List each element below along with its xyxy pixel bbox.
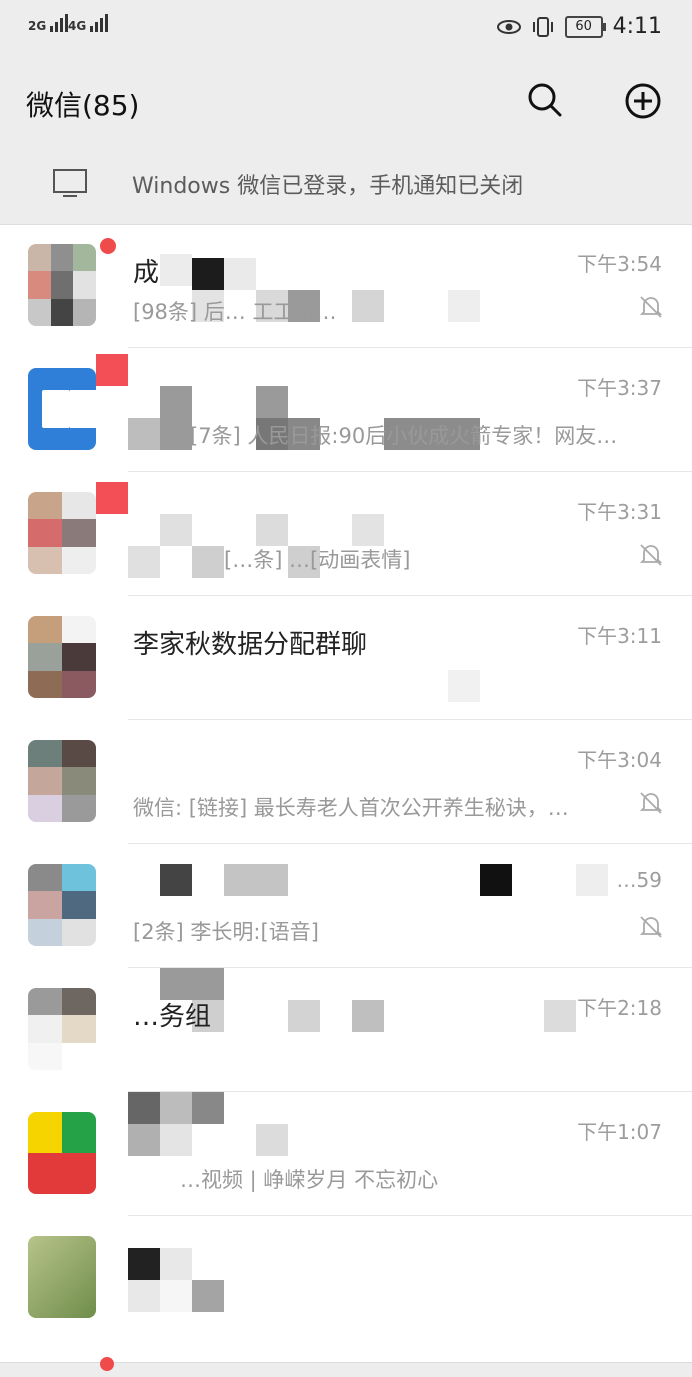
chat-row[interactable]: [7条] 人民日报:90后小伙成火箭专家！网友… 下午3:37 (0, 348, 692, 472)
group-avatar (28, 740, 96, 822)
privacy-mosaic (160, 386, 192, 418)
privacy-mosaic (96, 354, 128, 386)
privacy-mosaic (352, 290, 384, 322)
privacy-mosaic (192, 546, 224, 578)
status-right: 60 4:11 (496, 14, 662, 39)
signal-4g: 4G (68, 14, 110, 32)
privacy-mosaic (160, 514, 192, 546)
privacy-mosaic (224, 864, 256, 896)
notice-text: Windows 微信已登录，手机通知已关闭 (132, 174, 524, 199)
privacy-mosaic (288, 1000, 320, 1032)
chat-row[interactable]: [2条] 李长明:[语音] …59 (0, 844, 692, 968)
privacy-mosaic (128, 1248, 160, 1280)
app-bar: 微信(85) (0, 58, 692, 143)
clock: 4:11 (612, 14, 662, 39)
privacy-mosaic (160, 1124, 192, 1156)
group-avatar (28, 988, 96, 1070)
chat-preview: […条] …[动画表情] (224, 548, 411, 572)
color-avatar (28, 1112, 96, 1194)
chat-list: 成 [98条] 后… 工工资… 下午3:54 [7条] 人民日报:90后小伙成火… (0, 224, 692, 1340)
chat-name: 成 (133, 258, 160, 288)
monitor-icon (53, 169, 87, 197)
signal-bars-icon (90, 14, 110, 32)
chat-row[interactable]: 成 [98条] 后… 工工资… 下午3:54 (0, 224, 692, 348)
chat-row[interactable]: …务组 下午2:18 (0, 968, 692, 1092)
privacy-mosaic (160, 864, 192, 896)
chat-preview: [7条] 人民日报:90后小伙成火箭专家！网友… (190, 424, 618, 448)
photo-avatar (28, 1236, 96, 1318)
group-avatar (28, 244, 96, 326)
group-avatar (28, 492, 96, 574)
privacy-mosaic (128, 546, 160, 578)
chat-time: 下午2:18 (577, 996, 662, 1020)
chat-time: 下午3:31 (577, 500, 662, 524)
privacy-mosaic (256, 386, 288, 418)
privacy-mosaic (256, 514, 288, 546)
privacy-mosaic (128, 1124, 160, 1156)
chat-time: 下午3:04 (577, 748, 662, 772)
search-icon[interactable] (527, 82, 563, 118)
chat-preview: [98条] 后… 工工资… (133, 300, 337, 324)
signal-2g-label: 2G (28, 19, 47, 33)
mute-bell-icon (639, 296, 663, 318)
battery-level: 60 (575, 18, 592, 34)
chat-row[interactable]: 李家秋数据分配群聊 下午3:11 (0, 596, 692, 720)
privacy-mosaic (448, 670, 480, 702)
signal-4g-label: 4G (68, 19, 87, 33)
status-bar: 2G 4G 60 4:11 (0, 0, 692, 58)
signal-2g: 2G (28, 14, 70, 32)
unread-dot (100, 1357, 114, 1371)
next-row-peek (0, 1357, 692, 1377)
chat-preview: …视频 | 峥嵘岁月 不忘初心 (180, 1168, 439, 1192)
privacy-mosaic (480, 864, 512, 896)
privacy-mosaic (352, 1000, 384, 1032)
privacy-mosaic (352, 514, 384, 546)
chat-name: …务组 (133, 1002, 212, 1032)
chat-row[interactable] (0, 1216, 692, 1340)
chat-preview: [2条] 李长明:[语音] (133, 920, 319, 944)
privacy-mosaic (544, 1000, 576, 1032)
desktop-login-notice[interactable]: Windows 微信已登录，手机通知已关闭 (0, 142, 692, 225)
chat-preview: 微信: [链接] 最长寿老人首次公开养生秘诀，… (133, 796, 569, 820)
privacy-mosaic (128, 1280, 160, 1312)
privacy-mosaic (160, 418, 192, 450)
mute-bell-icon (639, 792, 663, 814)
privacy-mosaic (128, 418, 160, 450)
battery-icon: 60 (564, 15, 606, 38)
privacy-mosaic (256, 864, 288, 896)
privacy-mosaic (160, 254, 192, 286)
privacy-mosaic (160, 1092, 192, 1124)
chat-time: 下午3:11 (577, 624, 662, 648)
chat-time: …59 (616, 868, 662, 892)
eye-icon (496, 19, 521, 34)
privacy-mosaic (192, 258, 224, 290)
chat-row[interactable]: …视频 | 峥嵘岁月 不忘初心 下午1:07 (0, 1092, 692, 1216)
chat-row[interactable]: […条] …[动画表情] 下午3:31 (0, 472, 692, 596)
privacy-mosaic (192, 1092, 224, 1124)
plus-circle-icon[interactable] (624, 82, 662, 120)
chat-time: 下午1:07 (577, 1120, 662, 1144)
news-avatar (28, 368, 96, 450)
chat-time: 下午3:37 (577, 376, 662, 400)
unread-dot (100, 238, 116, 254)
group-avatar (28, 616, 96, 698)
privacy-mosaic (160, 1248, 192, 1280)
chat-row[interactable]: 微信: [链接] 最长寿老人首次公开养生秘诀，… 下午3:04 (0, 720, 692, 844)
privacy-mosaic (192, 1280, 224, 1312)
privacy-mosaic (96, 482, 128, 514)
chat-name: 李家秋数据分配群聊 (133, 630, 368, 660)
page-title: 微信(85) (26, 89, 140, 122)
mute-bell-icon (639, 544, 663, 566)
group-avatar (28, 864, 96, 946)
privacy-mosaic (160, 1280, 192, 1312)
privacy-mosaic (448, 290, 480, 322)
privacy-mosaic (256, 1124, 288, 1156)
privacy-mosaic (224, 258, 256, 290)
chat-time: 下午3:54 (577, 252, 662, 276)
mute-bell-icon (639, 916, 663, 938)
privacy-mosaic (128, 1092, 160, 1124)
vibrate-icon (532, 16, 553, 37)
privacy-mosaic (576, 864, 608, 896)
